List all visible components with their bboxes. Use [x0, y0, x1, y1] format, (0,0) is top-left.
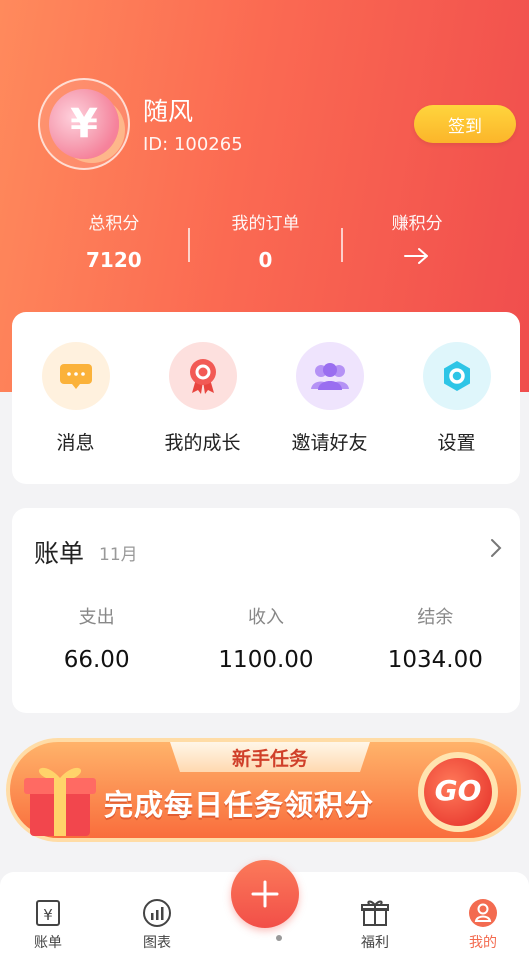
chart-icon	[143, 899, 171, 927]
indicator-dot	[276, 935, 282, 941]
tab-chart[interactable]: 图表	[112, 872, 202, 961]
divider	[341, 228, 343, 262]
gift-icon	[361, 900, 389, 926]
bill-income: 收入 1100.00	[181, 603, 350, 673]
stat-label: 赚积分	[391, 214, 443, 234]
gift-box-icon	[24, 767, 96, 836]
bill-col-value: 1100.00	[218, 647, 314, 673]
bill-col-value: 66.00	[63, 647, 130, 673]
quick-actions-card: 消息 我的成长 邀请好友 设置	[12, 312, 520, 484]
newbie-task-banner[interactable]: 新手任务 完成每日任务领积分 GO	[0, 730, 529, 850]
profile-icon	[469, 899, 497, 927]
settings-icon	[422, 342, 491, 410]
quick-action-invite[interactable]: 邀请好友	[266, 342, 393, 484]
users-icon	[295, 342, 364, 410]
stat-label: 总积分	[88, 214, 140, 234]
quick-action-label: 设置	[437, 432, 476, 454]
tab-bill[interactable]: ¥ 账单	[3, 872, 93, 961]
message-icon	[41, 342, 110, 410]
tab-welfare[interactable]: 福利	[330, 872, 420, 961]
bill-summary: 支出 66.00 收入 1100.00 结余 1034.00	[12, 603, 520, 673]
medal-icon	[168, 342, 237, 410]
divider	[188, 228, 190, 262]
chevron-right-icon[interactable]	[490, 538, 502, 562]
stat-my-orders[interactable]: 我的订单 0	[190, 210, 342, 280]
quick-action-settings[interactable]: 设置	[393, 342, 520, 484]
bill-col-value: 1034.00	[387, 647, 483, 673]
tab-mine[interactable]: 我的	[438, 872, 528, 961]
stat-earn-points[interactable]: 赚积分	[341, 210, 493, 280]
avatar[interactable]: ¥	[38, 78, 130, 170]
stat-value: 7120	[86, 248, 142, 272]
stats-row: 总积分 7120 我的订单 0 赚积分	[38, 210, 493, 280]
bill-card[interactable]: 账单 11月 支出 66.00 收入 1100.00 结余 1034.00	[12, 508, 520, 713]
quick-action-label: 邀请好友	[291, 432, 368, 454]
add-record-button[interactable]	[231, 860, 299, 928]
banner-tag: 新手任务	[231, 748, 308, 770]
go-button[interactable]: GO	[424, 774, 492, 807]
checkin-button[interactable]: 签到	[414, 105, 516, 143]
bill-col-label: 结余	[417, 607, 454, 628]
bill-balance: 结余 1034.00	[351, 603, 520, 673]
arrow-right-icon	[341, 246, 493, 268]
quick-action-label: 消息	[56, 432, 95, 454]
svg-text:¥: ¥	[43, 906, 53, 924]
bill-col-label: 支出	[78, 607, 115, 628]
tab-label: 福利	[361, 935, 389, 951]
banner-text: 完成每日任务领积分	[104, 788, 375, 822]
user-id: ID: 100265	[143, 134, 243, 155]
bill-month: 11月	[99, 545, 138, 565]
stat-label: 我的订单	[231, 214, 300, 234]
quick-action-label: 我的成长	[164, 432, 241, 454]
bill-title: 账单	[34, 539, 85, 568]
stat-value: 0	[258, 248, 273, 272]
plus-icon	[251, 880, 279, 908]
bill-icon: ¥	[36, 900, 60, 926]
bill-col-label: 收入	[247, 607, 284, 628]
tab-label: 图表	[143, 935, 171, 951]
avatar-yuan-icon: ¥	[49, 89, 119, 159]
bill-expense: 支出 66.00	[12, 603, 181, 673]
quick-action-messages[interactable]: 消息	[12, 342, 139, 484]
tab-label: 账单	[34, 935, 62, 951]
username: 随风	[143, 97, 194, 126]
stat-total-points[interactable]: 总积分 7120	[38, 210, 190, 280]
quick-action-growth[interactable]: 我的成长	[139, 342, 266, 484]
tab-label: 我的	[469, 935, 497, 951]
